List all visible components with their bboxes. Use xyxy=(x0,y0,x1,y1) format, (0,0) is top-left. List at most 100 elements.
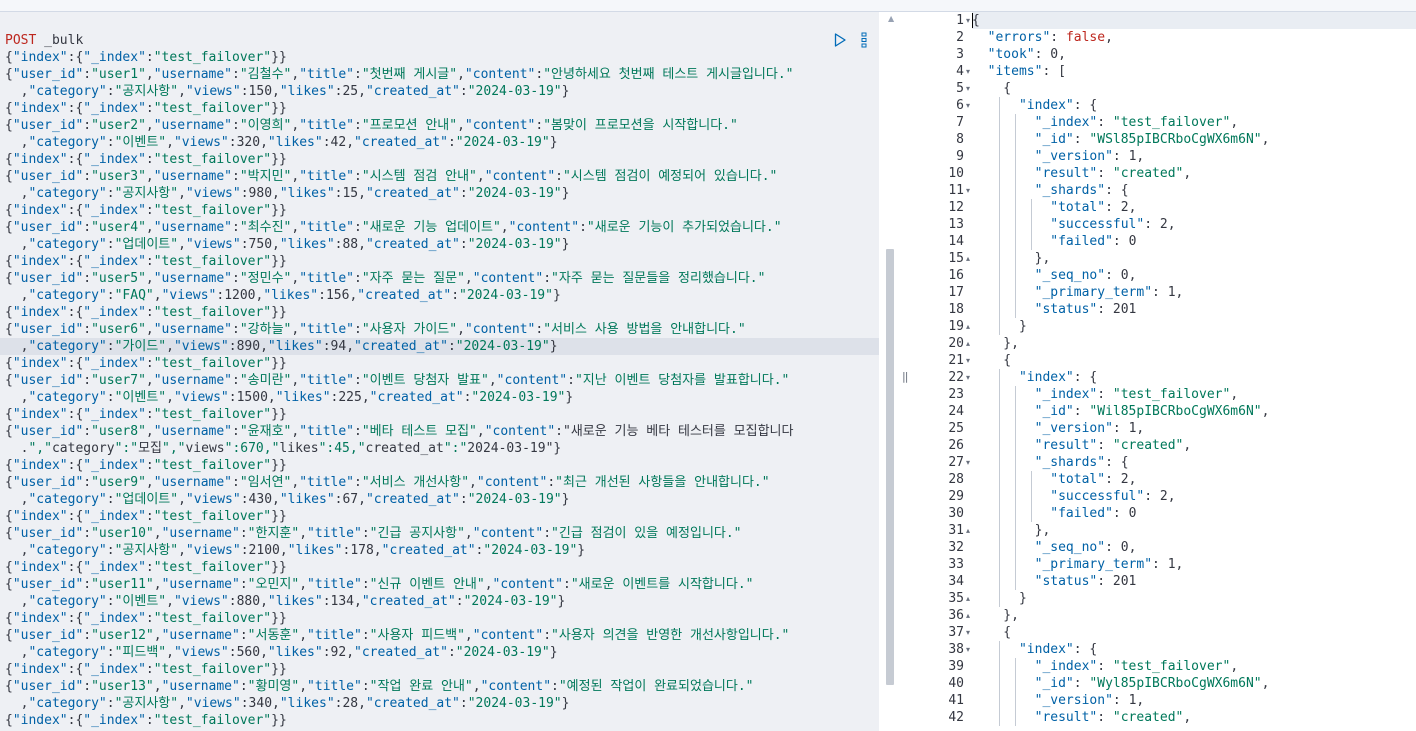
response-line[interactable]: "result": "created", xyxy=(972,709,1416,726)
fold-collapse-icon[interactable]: ▾ xyxy=(964,641,972,658)
scroll-up-icon[interactable]: ▲ xyxy=(888,14,894,23)
response-line[interactable]: } xyxy=(972,590,1416,607)
request-line[interactable]: {"index":{"_index":"test_failover"}} xyxy=(5,304,879,321)
response-line[interactable]: }, xyxy=(972,250,1416,267)
fold-expand-icon[interactable]: ▴ xyxy=(964,522,972,539)
request-line[interactable]: {"index":{"_index":"test_failover"}} xyxy=(5,712,879,729)
response-line[interactable]: "index": { xyxy=(972,97,1416,114)
response-line[interactable]: "failed": 0 xyxy=(972,233,1416,250)
response-line[interactable]: "result": "created", xyxy=(972,437,1416,454)
request-line[interactable]: {"user_id":"user8","username":"윤재호","tit… xyxy=(5,423,879,440)
response-line[interactable]: "_id": "Wyl85pIBCRboCgWX6m6N", xyxy=(972,675,1416,692)
response-line[interactable]: "_shards": { xyxy=(972,182,1416,199)
response-line[interactable]: "took": 0, xyxy=(972,46,1416,63)
request-line[interactable]: {"user_id":"user9","username":"임서연","tit… xyxy=(5,474,879,491)
response-line[interactable]: }, xyxy=(972,522,1416,539)
response-viewer[interactable]: 1 ▾ 2 3 4 ▾ 5 ▾ 6 ▾ 7 8 9 10 11 ▾ 12 13 14 15 ▴ 16 17 18 19 ▴ 20 ▴ 2… xyxy=(910,12,1416,731)
response-line[interactable]: }, xyxy=(972,607,1416,624)
request-line[interactable]: {"index":{"_index":"test_failover"}} xyxy=(5,49,879,66)
fold-expand-icon[interactable]: ▴ xyxy=(964,335,972,352)
fold-collapse-icon[interactable]: ▾ xyxy=(964,182,972,199)
response-line[interactable]: "_index": "test_failover", xyxy=(972,386,1416,403)
scrollbar-thumb[interactable] xyxy=(886,249,894,685)
request-line[interactable]: ,"category":"업데이트","views":430,"likes":6… xyxy=(5,491,879,508)
response-line[interactable]: "_index": "test_failover", xyxy=(972,114,1416,131)
response-line[interactable]: "_id": "WSl85pIBCRboCgWX6m6N", xyxy=(972,131,1416,148)
fold-collapse-icon[interactable]: ▾ xyxy=(964,80,972,97)
request-line[interactable]: ,"category":"피드백","views":560,"likes":92… xyxy=(5,644,879,661)
request-line[interactable]: {"index":{"_index":"test_failover"}} xyxy=(5,151,879,168)
response-code[interactable]: { "errors": false, "took": 0, "items": [… xyxy=(972,12,1416,726)
request-line[interactable]: {"index":{"_index":"test_failover"}} xyxy=(5,508,879,525)
response-line[interactable]: "_index": "test_failover", xyxy=(972,658,1416,675)
response-line[interactable]: "_version": 1, xyxy=(972,148,1416,165)
response-line[interactable]: { xyxy=(972,352,1416,369)
response-line[interactable]: { xyxy=(972,80,1416,97)
fold-collapse-icon[interactable]: ▾ xyxy=(964,12,972,29)
request-line[interactable]: ,"category":"공지사항","views":980,"likes":1… xyxy=(5,185,879,202)
request-line[interactable]: {"index":{"_index":"test_failover"}} xyxy=(5,457,879,474)
request-line[interactable]: .","category":"모집","views":670,"likes":4… xyxy=(5,440,879,457)
request-line[interactable]: ,"category":"공지사항","views":340,"likes":2… xyxy=(5,695,879,712)
response-line[interactable]: "index": { xyxy=(972,369,1416,386)
request-line[interactable]: {"user_id":"user2","username":"이영희","tit… xyxy=(5,117,879,134)
response-line[interactable]: "successful": 2, xyxy=(972,216,1416,233)
request-line[interactable]: ,"category":"가이드","views":890,"likes":94… xyxy=(0,338,879,355)
response-line[interactable]: "_seq_no": 0, xyxy=(972,267,1416,284)
request-line[interactable]: ,"category":"공지사항","views":2100,"likes":… xyxy=(5,542,879,559)
response-line[interactable]: "_version": 1, xyxy=(972,692,1416,709)
response-line[interactable]: "errors": false, xyxy=(972,29,1416,46)
response-line[interactable]: "total": 2, xyxy=(972,471,1416,488)
request-line[interactable]: ,"category":"이벤트","views":880,"likes":13… xyxy=(5,593,879,610)
response-line[interactable]: }, xyxy=(972,335,1416,352)
response-line[interactable]: { xyxy=(972,12,1416,29)
request-line[interactable]: {"user_id":"user10","username":"한지훈","ti… xyxy=(5,525,879,542)
request-line[interactable]: {"index":{"_index":"test_failover"}} xyxy=(5,661,879,678)
request-line[interactable]: {"index":{"_index":"test_failover"}} xyxy=(5,100,879,117)
request-scrollbar[interactable]: ▲ xyxy=(880,12,902,731)
response-line[interactable]: "_primary_term": 1, xyxy=(972,284,1416,301)
request-line[interactable]: ,"category":"이벤트","views":320,"likes":42… xyxy=(5,134,879,151)
request-line[interactable]: {"user_id":"user3","username":"박지민","tit… xyxy=(5,168,879,185)
response-line[interactable]: } xyxy=(972,318,1416,335)
fold-collapse-icon[interactable]: ▾ xyxy=(964,352,972,369)
request-line[interactable]: {"user_id":"user12","username":"서동훈","ti… xyxy=(5,627,879,644)
fold-collapse-icon[interactable]: ▾ xyxy=(964,454,972,471)
fold-collapse-icon[interactable]: ▾ xyxy=(964,97,972,114)
response-line[interactable]: "status": 201 xyxy=(972,573,1416,590)
request-line[interactable]: {"user_id":"user1","username":"김철수","tit… xyxy=(5,66,879,83)
response-line[interactable]: "_primary_term": 1, xyxy=(972,556,1416,573)
fold-collapse-icon[interactable]: ▾ xyxy=(964,369,972,386)
response-line[interactable]: "failed": 0 xyxy=(972,505,1416,522)
request-editor[interactable]: POST _bulk {"index":{"_index":"test_fail… xyxy=(0,12,879,731)
request-line[interactable]: ,"category":"이벤트","views":1500,"likes":2… xyxy=(5,389,879,406)
response-line[interactable]: "_shards": { xyxy=(972,454,1416,471)
response-line[interactable]: "_seq_no": 0, xyxy=(972,539,1416,556)
fold-collapse-icon[interactable]: ▾ xyxy=(964,624,972,641)
request-line[interactable]: {"user_id":"user11","username":"오민지","ti… xyxy=(5,576,879,593)
request-line[interactable]: ,"category":"공지사항","views":150,"likes":2… xyxy=(5,83,879,100)
request-line[interactable]: {"index":{"_index":"test_failover"}} xyxy=(5,559,879,576)
response-line[interactable]: "total": 2, xyxy=(972,199,1416,216)
request-line[interactable]: {"index":{"_index":"test_failover"}} xyxy=(5,253,879,270)
request-code[interactable]: POST _bulk {"index":{"_index":"test_fail… xyxy=(0,32,879,729)
request-line[interactable]: {"user_id":"user13","username":"황미영","ti… xyxy=(5,678,879,695)
response-line[interactable]: "result": "created", xyxy=(972,165,1416,182)
request-line-method[interactable]: POST _bulk xyxy=(5,32,879,49)
fold-collapse-icon[interactable]: ▾ xyxy=(964,63,972,80)
fold-expand-icon[interactable]: ▴ xyxy=(964,590,972,607)
pane-splitter[interactable]: || xyxy=(902,12,910,731)
fold-expand-icon[interactable]: ▴ xyxy=(964,250,972,267)
request-line[interactable]: {"user_id":"user7","username":"송미란","tit… xyxy=(5,372,879,389)
request-line[interactable]: {"index":{"_index":"test_failover"}} xyxy=(5,355,879,372)
request-line[interactable]: {"index":{"_index":"test_failover"}} xyxy=(5,610,879,627)
request-line[interactable]: {"user_id":"user4","username":"최수진","tit… xyxy=(5,219,879,236)
response-line[interactable]: "status": 201 xyxy=(972,301,1416,318)
request-line[interactable]: {"user_id":"user5","username":"정민수","tit… xyxy=(5,270,879,287)
response-line[interactable]: "index": { xyxy=(972,641,1416,658)
response-line[interactable]: "_version": 1, xyxy=(972,420,1416,437)
response-line[interactable]: { xyxy=(972,624,1416,641)
drag-handle-icon[interactable]: || xyxy=(902,370,909,383)
fold-expand-icon[interactable]: ▴ xyxy=(964,607,972,624)
request-line[interactable]: ,"category":"업데이트","views":750,"likes":8… xyxy=(5,236,879,253)
